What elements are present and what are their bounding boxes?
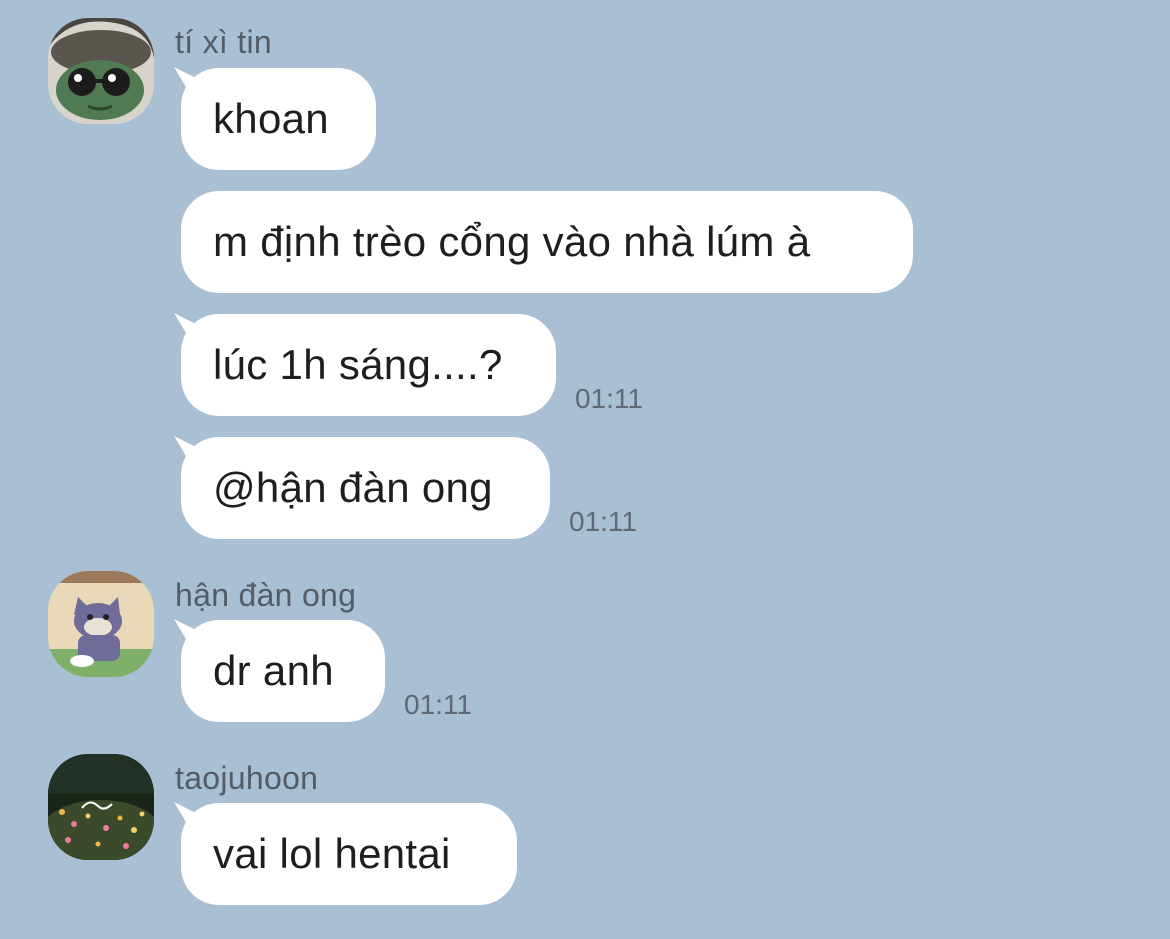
avatar-han-dan-ong[interactable] <box>48 571 154 677</box>
message-bubble[interactable]: @hận đàn ong <box>181 437 550 539</box>
message-bubble[interactable]: dr anh <box>181 620 385 722</box>
message-text: dr anh <box>213 647 334 694</box>
message-bubble[interactable]: khoan <box>181 68 376 170</box>
message-text: @hận đàn ong <box>213 464 493 511</box>
message-bubble[interactable]: lúc 1h sáng....? <box>181 314 556 416</box>
message-bubble[interactable]: m định trèo cổng vào nhà lúm à <box>181 191 913 293</box>
message-timestamp: 01:11 <box>575 383 643 414</box>
turtle-avatar-icon <box>48 18 154 124</box>
flower-field-avatar-icon <box>48 754 154 860</box>
message-text: khoan <box>213 95 329 142</box>
sender-name: hận đàn ong <box>175 577 357 613</box>
message-text: vai lol hentai <box>213 830 451 877</box>
message-text: lúc 1h sáng....? <box>213 341 503 388</box>
message-text: m định trèo cổng vào nhà lúm à <box>213 218 811 265</box>
sender-name: tí xì tin <box>175 24 272 60</box>
tom-cat-avatar-icon <box>48 571 154 677</box>
message-timestamp: 01:11 <box>404 689 472 720</box>
message-bubble[interactable]: vai lol hentai <box>181 803 517 905</box>
avatar-taojuhoon[interactable] <box>48 754 154 860</box>
message-timestamp: 01:11 <box>569 506 637 537</box>
avatar-ti-xi-tin[interactable] <box>48 18 154 124</box>
sender-name: taojuhoon <box>175 760 319 796</box>
